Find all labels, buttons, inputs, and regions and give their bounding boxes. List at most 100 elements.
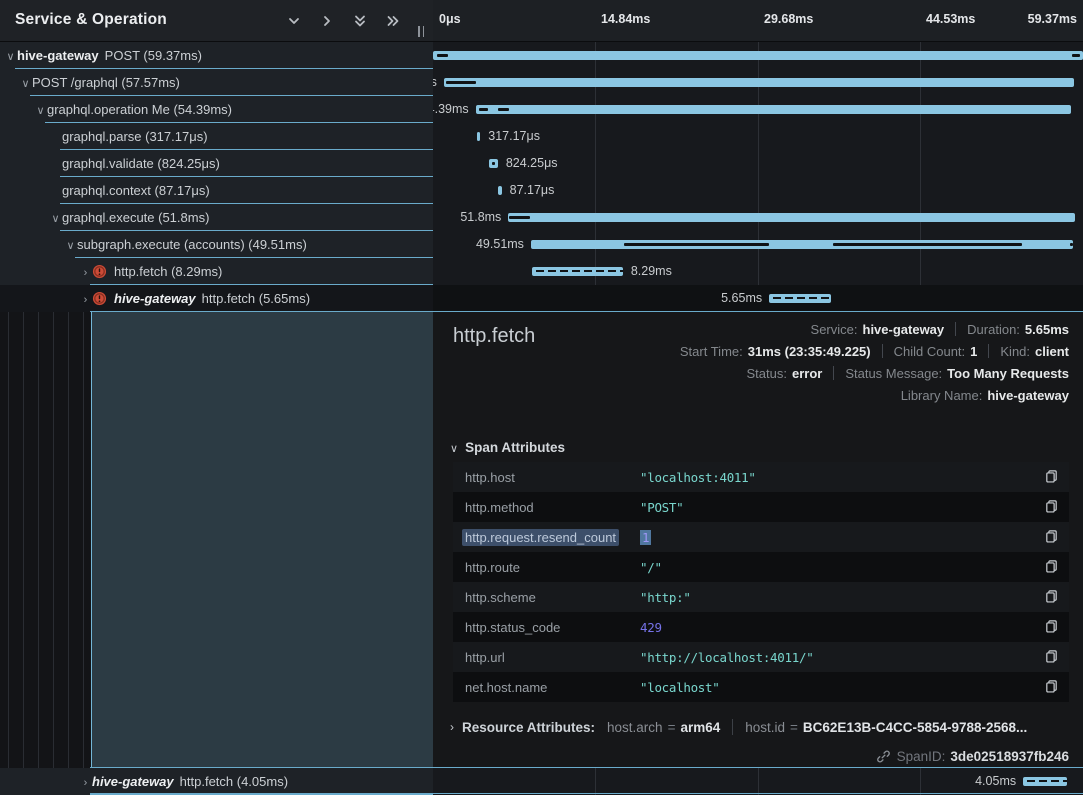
link-icon[interactable]	[876, 749, 891, 764]
span-bar-row[interactable]: 8.29ms	[433, 258, 1083, 285]
span-bar-row[interactable]: 4.05ms	[433, 768, 1083, 795]
span-bar[interactable]	[1023, 777, 1067, 786]
chevron-down-icon[interactable]: ∨	[19, 71, 32, 96]
span-bar-row[interactable]: 317.17μs	[433, 123, 1083, 150]
tree-row[interactable]: graphql.validate (824.25μs)	[0, 150, 433, 177]
span-bar-row[interactable]: 57.57ms	[433, 69, 1083, 96]
attribute-row[interactable]: http.scheme"http:"	[453, 582, 1069, 612]
bottom-row-separator	[90, 793, 1083, 794]
copy-button[interactable]	[1044, 619, 1059, 637]
tree-row[interactable]: ∨hive-gateway POST (59.37ms)	[0, 42, 433, 69]
child-span-marker	[479, 108, 488, 111]
expand-all-icon[interactable]	[385, 13, 401, 29]
span-duration-label: 54.39ms	[433, 96, 469, 123]
tree-row[interactable]: ∨graphql.execute (51.8ms)	[0, 204, 433, 231]
span-bar-row[interactable]: 87.17μs	[433, 177, 1083, 204]
tree-row[interactable]: ›hive-gatewayhttp.fetch (5.65ms)	[0, 285, 433, 312]
resource-attributes-row[interactable]: › Resource Attributes: host.arch = arm64…	[450, 714, 1069, 740]
chevron-right-icon[interactable]: ›	[450, 720, 454, 734]
meta-label: Start Time:	[680, 344, 743, 359]
timeline-tick: 14.84ms	[601, 12, 650, 26]
meta-value: error	[792, 366, 822, 381]
span-bar-row[interactable]: 59.37ms	[433, 42, 1083, 69]
meta-label: Child Count:	[894, 344, 966, 359]
copy-button[interactable]	[1044, 649, 1059, 667]
span-duration-label: 51.8ms	[460, 204, 501, 231]
resource-attr-key: host.id	[745, 720, 785, 735]
tree-row[interactable]: graphql.context (87.17μs)	[0, 177, 433, 204]
copy-button[interactable]	[1044, 679, 1059, 697]
tree-row[interactable]: ∨subgraph.execute (accounts) (49.51ms)	[0, 231, 433, 258]
timeline-bottom-row: 4.05ms	[433, 768, 1083, 795]
attribute-row[interactable]: http.status_code429	[453, 612, 1069, 642]
span-bar[interactable]	[532, 267, 623, 276]
tree-row[interactable]: ∨POST /graphql (57.57ms)	[0, 69, 433, 96]
copy-button[interactable]	[1044, 469, 1059, 487]
copy-button[interactable]	[1044, 529, 1059, 547]
tree-row[interactable]: graphql.parse (317.17μs)	[0, 123, 433, 150]
resource-attr-value: arm64	[680, 720, 720, 735]
span-bar[interactable]	[498, 186, 502, 195]
span-bar-row[interactable]: 51.8ms	[433, 204, 1083, 231]
copy-icon	[1044, 649, 1059, 664]
attribute-value: 1	[640, 530, 651, 545]
chevron-right-icon[interactable]: ›	[79, 770, 92, 795]
span-duration-label: 317.17μs	[488, 123, 540, 150]
chevron-down-icon[interactable]: ∨	[34, 98, 47, 123]
chevron-down-icon[interactable]	[286, 13, 302, 29]
attribute-row[interactable]: http.route"/"	[453, 552, 1069, 582]
child-span-marker	[509, 216, 530, 219]
span-name-duration: graphql.operation Me (54.39ms)	[47, 102, 232, 117]
span-name-duration: POST /graphql (57.57ms)	[32, 75, 180, 90]
span-bar[interactable]	[433, 51, 1083, 60]
chevron-right-icon[interactable]	[319, 13, 335, 29]
meta-separator	[882, 344, 883, 358]
attribute-value: "/"	[640, 560, 662, 575]
chevron-down-icon[interactable]: ∨	[49, 206, 62, 231]
meta-value: Too Many Requests	[947, 366, 1069, 381]
attribute-row[interactable]: net.host.name"localhost"	[453, 672, 1069, 702]
child-span-marker	[1072, 54, 1080, 57]
attribute-row[interactable]: http.request.resend_count1	[453, 522, 1069, 552]
span-name-duration: POST (59.37ms)	[105, 48, 202, 63]
child-span-marker	[446, 81, 477, 84]
child-span-marker	[492, 162, 495, 165]
tree-row-bottom[interactable]: ›hive-gatewayhttp.fetch (4.05ms)	[0, 768, 433, 795]
span-bar[interactable]	[508, 213, 1075, 222]
span-bar[interactable]	[769, 294, 831, 303]
column-resize-handle[interactable]	[418, 24, 430, 37]
span-detail-panel: http.fetch Service:hive-gateway Duration…	[433, 312, 1083, 767]
chevron-down-icon[interactable]: ∨	[450, 443, 458, 455]
span-bar-row[interactable]: 54.39ms	[433, 96, 1083, 123]
collapse-all-icon[interactable]	[352, 13, 368, 29]
span-bar[interactable]	[476, 105, 1071, 114]
span-name-duration: graphql.execute (51.8ms)	[62, 210, 209, 225]
copy-icon	[1044, 619, 1059, 634]
timeline-header: 0μs 14.84ms 29.68ms 44.53ms 59.37ms	[433, 0, 1083, 42]
span-bar-row[interactable]: 824.25μs	[433, 150, 1083, 177]
copy-button[interactable]	[1044, 499, 1059, 517]
span-id-label: SpanID:	[897, 749, 946, 764]
span-tree: ∨hive-gatewayPOST (59.37ms)∨POST /graphq…	[0, 42, 433, 312]
attribute-row[interactable]: http.url"http://localhost:4011/"	[453, 642, 1069, 672]
span-bar[interactable]	[444, 78, 1074, 87]
copy-button[interactable]	[1044, 589, 1059, 607]
span-service-name: hive-gateway	[17, 48, 99, 63]
tree-row[interactable]: ∨graphql.operation Me (54.39ms)	[0, 96, 433, 123]
copy-button[interactable]	[1044, 559, 1059, 577]
span-bar-row[interactable]: 49.51ms	[433, 231, 1083, 258]
span-service-name: hive-gateway	[114, 291, 196, 306]
span-attributes-header[interactable]: ∨Span Attributes	[450, 440, 565, 455]
chevron-right-icon[interactable]: ›	[79, 260, 92, 285]
attribute-row[interactable]: http.method"POST"	[453, 492, 1069, 522]
error-icon	[92, 264, 107, 279]
chevron-down-icon[interactable]: ∨	[64, 233, 77, 258]
span-bar[interactable]	[477, 132, 481, 141]
span-name-duration: graphql.context (87.17μs)	[62, 183, 210, 198]
span-bar-row-selected[interactable]: 5.65ms	[433, 285, 1083, 312]
child-span-marker	[833, 243, 1022, 246]
attribute-row[interactable]: http.host"localhost:4011"	[453, 462, 1069, 492]
chevron-down-icon[interactable]: ∨	[4, 44, 17, 69]
chevron-right-icon[interactable]: ›	[79, 287, 92, 312]
tree-row[interactable]: ›http.fetch (8.29ms)	[0, 258, 433, 285]
